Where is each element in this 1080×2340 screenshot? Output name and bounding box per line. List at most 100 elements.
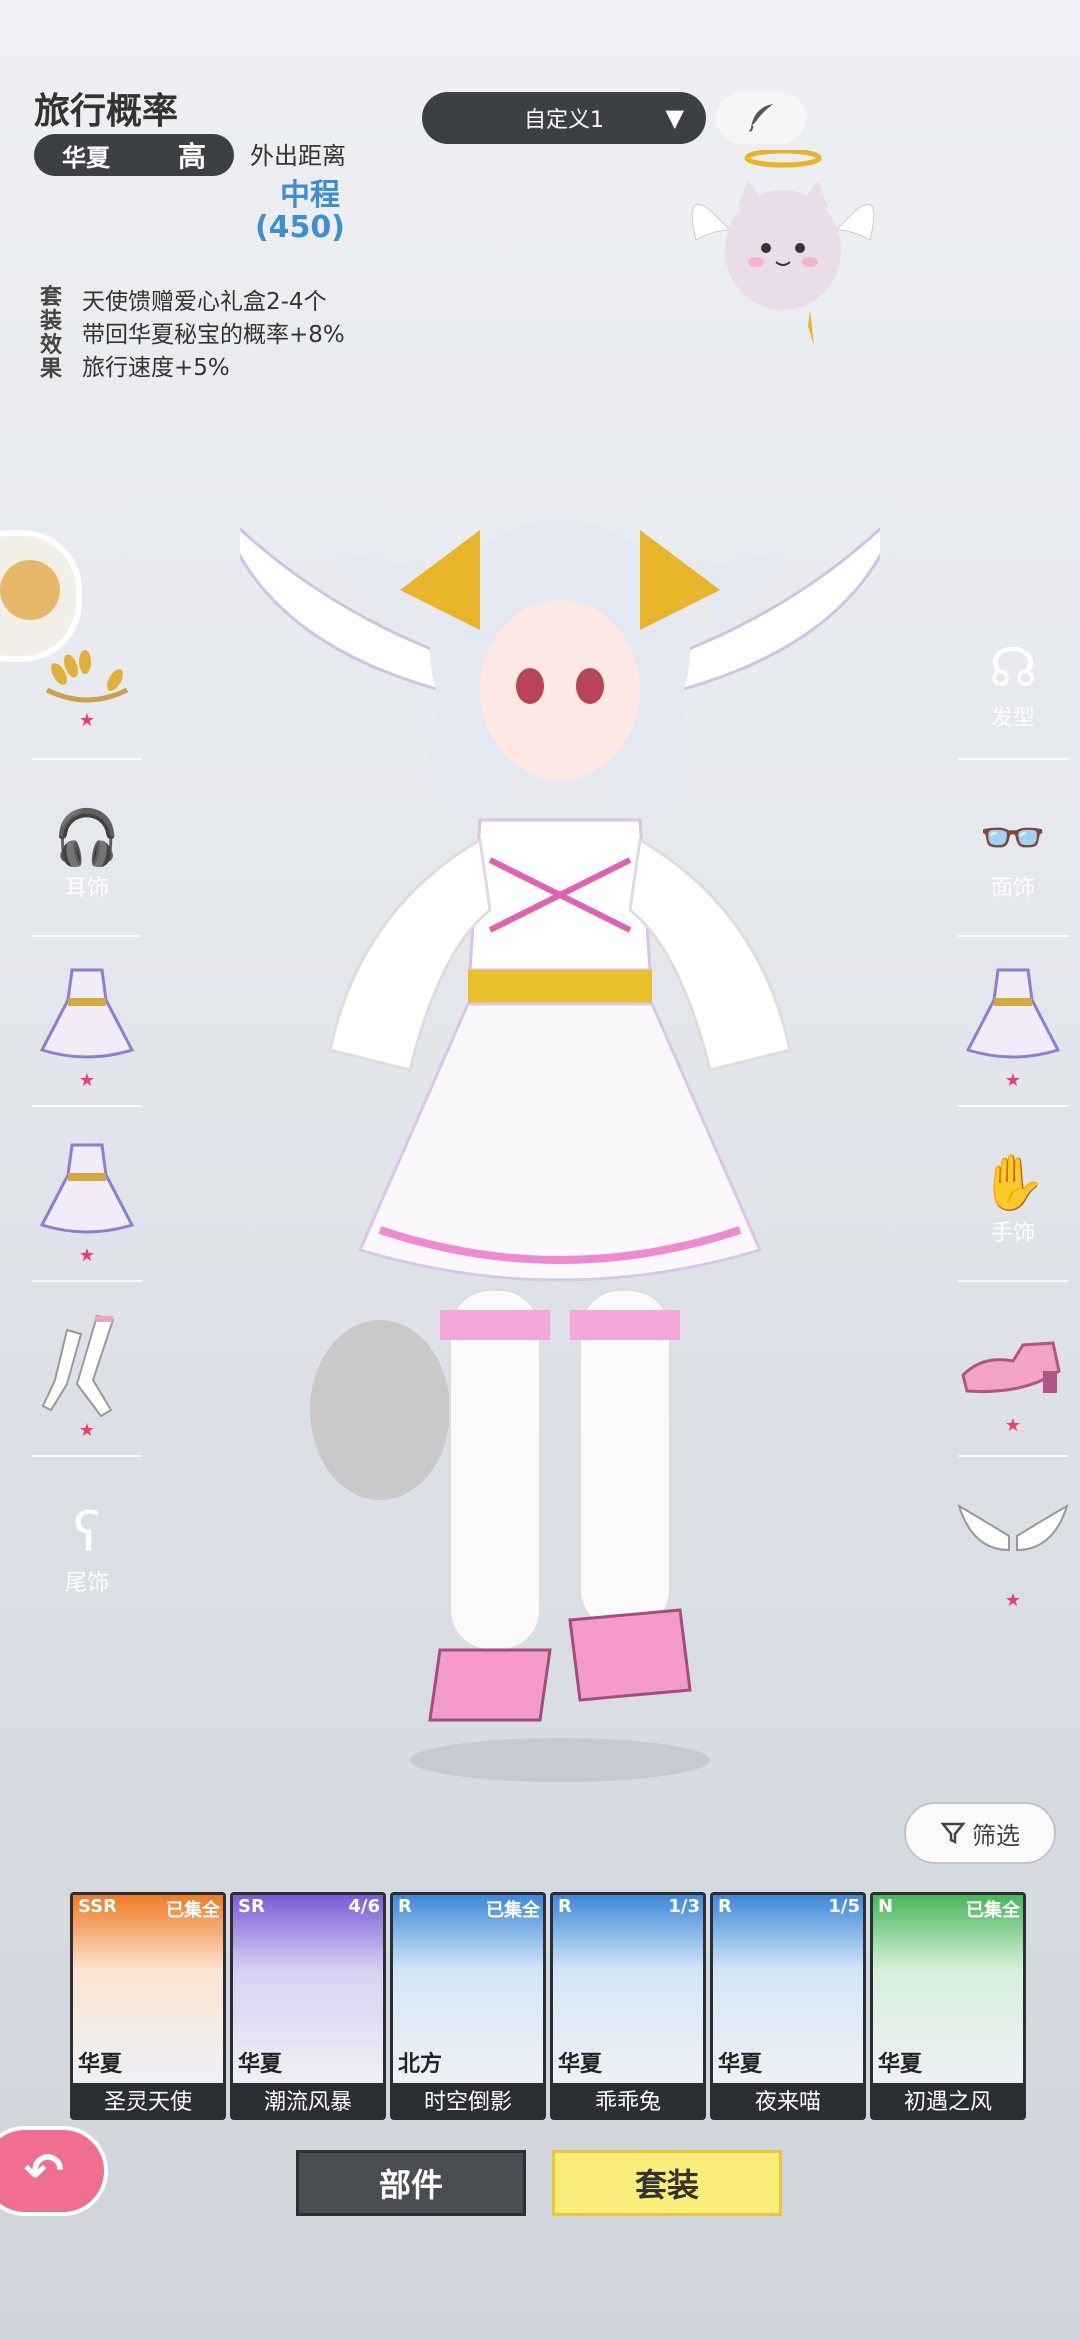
preset-label: 自定义1 — [524, 108, 604, 133]
slot-label: 发型 — [990, 706, 1035, 731]
slot-divider — [32, 1105, 142, 1107]
star-icon: ★ — [78, 709, 96, 731]
card-name: 夜来喵 — [754, 2090, 821, 2115]
slot-face[interactable]: 👓 面饰 — [948, 780, 1078, 930]
rarity-badge: R — [398, 1896, 412, 1917]
distance-number: (450) — [254, 210, 346, 245]
slot-divider — [32, 1280, 142, 1282]
outfit-card[interactable]: R 已集全 北方 时空倒影 — [390, 1892, 546, 2120]
card-name: 潮流风暴 — [263, 2090, 352, 2115]
slot-stockings[interactable]: ★ — [22, 1300, 152, 1450]
slot-divider — [32, 935, 142, 937]
card-region: 北方 — [398, 2052, 443, 2077]
slot-label: 面饰 — [990, 876, 1035, 901]
set-effect-list: 天使馈赠爱心礼盒2-4个 带回华夏秘宝的概率+8% 旅行速度+5% — [82, 286, 345, 385]
headphones-icon: 🎧 — [53, 806, 121, 869]
probability-level: 高 — [177, 140, 206, 173]
card-region: 华夏 — [78, 2052, 123, 2077]
collection-status: 1/5 — [828, 1896, 860, 1917]
collection-status: 已集全 — [486, 1900, 540, 1921]
outfit-card[interactable]: SSR 已集全 华夏 圣灵天使 — [70, 1892, 226, 2120]
dress-icon — [39, 968, 135, 1058]
slot-divider — [958, 758, 1068, 760]
filter-button[interactable]: 筛选 — [904, 1802, 1056, 1864]
set-effect-item: 带回华夏秘宝的概率+8% — [82, 322, 345, 348]
collection-status: 已集全 — [166, 1900, 220, 1921]
rarity-badge: N — [878, 1896, 894, 1917]
slot-divider — [958, 1105, 1068, 1107]
rarity-badge: SR — [238, 1896, 265, 1917]
slot-divider — [32, 758, 142, 760]
star-icon: ★ — [1004, 1589, 1022, 1611]
star-icon: ★ — [78, 1069, 96, 1091]
slot-earring[interactable]: 🎧 耳饰 — [22, 780, 152, 930]
feather-icon — [749, 104, 773, 132]
rarity-badge: SSR — [78, 1896, 117, 1917]
dress-icon — [39, 1143, 135, 1233]
slot-headwear[interactable]: ★ — [22, 610, 152, 760]
card-region: 华夏 — [878, 2052, 923, 2077]
filter-label: 筛选 — [972, 1821, 1020, 1850]
outfit-card[interactable]: N 已集全 华夏 初遇之风 — [870, 1892, 1026, 2120]
collection-status: 1/3 — [668, 1896, 700, 1917]
card-region: 华夏 — [718, 2052, 763, 2077]
region-name: 华夏 — [62, 143, 110, 172]
slot-hand[interactable]: ✋ 手饰 — [948, 1125, 1078, 1275]
star-icon: ★ — [1004, 1069, 1022, 1091]
star-icon: ★ — [78, 1244, 96, 1266]
back-arrow-icon: ↶ — [23, 2143, 65, 2199]
collection-status: 4/6 — [348, 1896, 380, 1917]
hair-icon: ☊ — [989, 636, 1037, 699]
slot-tail[interactable]: ʕ 尾饰 — [22, 1475, 152, 1625]
card-name: 时空倒影 — [423, 2090, 512, 2115]
slot-divider — [958, 935, 1068, 937]
set-effect-tag: 套装效果 — [40, 285, 63, 382]
set-effect-item: 天使馈赠爱心礼盒2-4个 — [82, 289, 327, 315]
back-button[interactable]: ↶ — [0, 2126, 108, 2216]
gloves-icon: ✋ — [979, 1151, 1047, 1214]
glasses-icon: 👓 — [979, 806, 1047, 869]
slot-divider — [958, 1455, 1068, 1457]
slot-divider — [32, 1455, 142, 1457]
card-name: 初遇之风 — [903, 2090, 992, 2115]
slot-hair[interactable]: ☊ 发型 — [948, 610, 1078, 760]
outfit-card-list: SSR 已集全 华夏 圣灵天使 SR 4/6 华夏 潮流风暴 R 已集全 北方 … — [70, 1892, 1030, 2122]
tail-hook-icon: ʕ — [73, 1501, 101, 1564]
outfit-card[interactable]: SR 4/6 华夏 潮流风暴 — [230, 1892, 386, 2120]
slot-divider — [958, 1280, 1068, 1282]
laurel-crown-icon — [45, 649, 129, 702]
star-icon: ★ — [78, 1419, 96, 1441]
slot-label: 尾饰 — [64, 1571, 109, 1596]
card-name: 圣灵天使 — [103, 2090, 192, 2115]
tab-parts[interactable]: 部件 — [296, 2150, 526, 2216]
angel-character[interactable] — [240, 490, 880, 1840]
edit-feather-button[interactable] — [716, 92, 806, 144]
distance-value: 中程 — [280, 178, 340, 213]
slot-label: 手饰 — [990, 1221, 1035, 1246]
slot-dress-top[interactable]: ★ — [22, 950, 152, 1100]
preset-dropdown[interactable]: 自定义1 ▼ — [422, 92, 706, 144]
card-region: 华夏 — [238, 2052, 283, 2077]
dress-icon — [965, 968, 1061, 1058]
collection-status: 已集全 — [966, 1900, 1020, 1921]
slot-outfit[interactable]: ★ — [948, 950, 1078, 1100]
rarity-badge: R — [558, 1896, 572, 1917]
slot-dress-bottom[interactable]: ★ — [22, 1125, 152, 1275]
rarity-badge: R — [718, 1896, 732, 1917]
tab-sets[interactable]: 套装 — [552, 2150, 782, 2216]
outfit-card[interactable]: R 1/5 华夏 夜来喵 — [710, 1892, 866, 2120]
distance-label: 外出距离 — [250, 142, 346, 170]
card-name: 乖乖兔 — [594, 2090, 661, 2115]
stockings-icon — [41, 1314, 115, 1417]
angel-cat-pet[interactable] — [690, 150, 876, 350]
slot-wings[interactable]: ★ — [948, 1475, 1078, 1625]
filter-funnel-icon — [940, 1822, 966, 1845]
card-region: 华夏 — [558, 2052, 603, 2077]
outfit-card[interactable]: R 1/3 华夏 乖乖兔 — [550, 1892, 706, 2120]
set-effect-item: 旅行速度+5% — [82, 355, 230, 381]
dropdown-arrow-icon: ▼ — [665, 104, 684, 132]
slot-shoes[interactable]: ★ — [948, 1300, 1078, 1450]
region-pill: 华夏 高 — [34, 134, 234, 176]
travel-probability-title: 旅行概率 — [34, 91, 179, 132]
wings-icon — [957, 1503, 1069, 1551]
